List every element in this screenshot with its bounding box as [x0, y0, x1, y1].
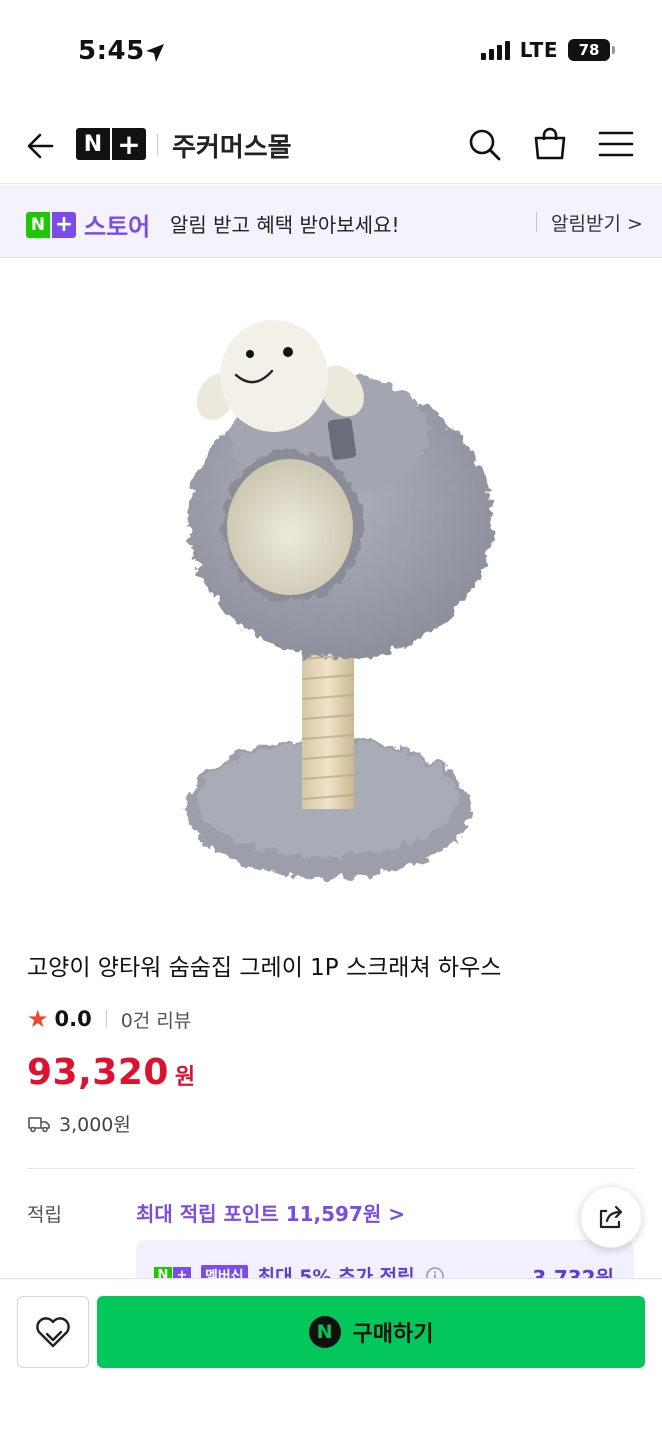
- bottom-action-bar: N 구매하기: [0, 1278, 662, 1440]
- heart-icon: [36, 1317, 70, 1348]
- notification-banner[interactable]: N + 스토어 알림 받고 혜택 받아보세요! 알림받기 >: [0, 185, 662, 258]
- share-button[interactable]: [580, 1186, 642, 1248]
- wishlist-button[interactable]: [17, 1296, 89, 1368]
- store-brand-label: 스토어: [84, 213, 151, 241]
- section-divider: [27, 1168, 635, 1169]
- cart-icon[interactable]: [530, 124, 570, 164]
- price-unit: 원: [174, 1065, 196, 1090]
- star-icon: ★: [27, 1005, 49, 1033]
- max-points-link[interactable]: 최대 적립 포인트 11,597원 >: [136, 1198, 405, 1227]
- back-arrow-icon[interactable]: [22, 126, 62, 166]
- product-title: 고양이 양타워 숨숨집 그레이 1P 스크래쳐 하우스: [27, 955, 502, 981]
- buy-button[interactable]: N 구매하기: [97, 1296, 645, 1368]
- shipping-fee: 3,000원: [27, 1110, 131, 1137]
- review-count-link[interactable]: 0건 리뷰: [121, 1006, 192, 1033]
- rating-row[interactable]: ★ 0.0 0건 리뷰: [27, 1004, 191, 1034]
- shipping-fee-value: 3,000원: [59, 1114, 131, 1136]
- price-value: 93,320: [27, 1052, 169, 1093]
- status-bar: 5:45 LTE 78: [0, 0, 662, 108]
- menu-icon[interactable]: [596, 124, 636, 164]
- notification-subscribe-button[interactable]: 알림받기 >: [551, 209, 643, 236]
- signal-icon: [480, 40, 510, 60]
- notice-divider: [536, 212, 537, 232]
- product-image[interactable]: [0, 259, 662, 921]
- rating-divider: [105, 1010, 107, 1028]
- price: 93,320 원: [27, 1052, 195, 1093]
- status-indicators: LTE 78: [480, 38, 615, 62]
- share-icon: [599, 1205, 623, 1229]
- rating-value: 0.0: [54, 1007, 92, 1031]
- search-icon[interactable]: [464, 124, 504, 164]
- battery-icon: 78: [568, 39, 615, 61]
- naver-plus-logo[interactable]: N +: [76, 128, 146, 161]
- points-label: 적립: [27, 1204, 62, 1226]
- truck-icon: [28, 1116, 50, 1132]
- status-time: 5:45: [78, 36, 145, 66]
- network-label: LTE: [519, 38, 558, 62]
- npay-icon: N: [308, 1316, 341, 1348]
- top-header: N + 주커머스몰: [0, 108, 662, 184]
- store-name[interactable]: 주커머스몰: [172, 127, 292, 164]
- location-arrow-icon: [146, 44, 164, 62]
- naver-plus-store-logo: N + 스토어: [26, 207, 150, 242]
- buy-button-label: 구매하기: [352, 1322, 434, 1347]
- header-divider: [157, 134, 158, 156]
- notice-message: 알림 받고 혜택 받아보세요!: [170, 213, 400, 237]
